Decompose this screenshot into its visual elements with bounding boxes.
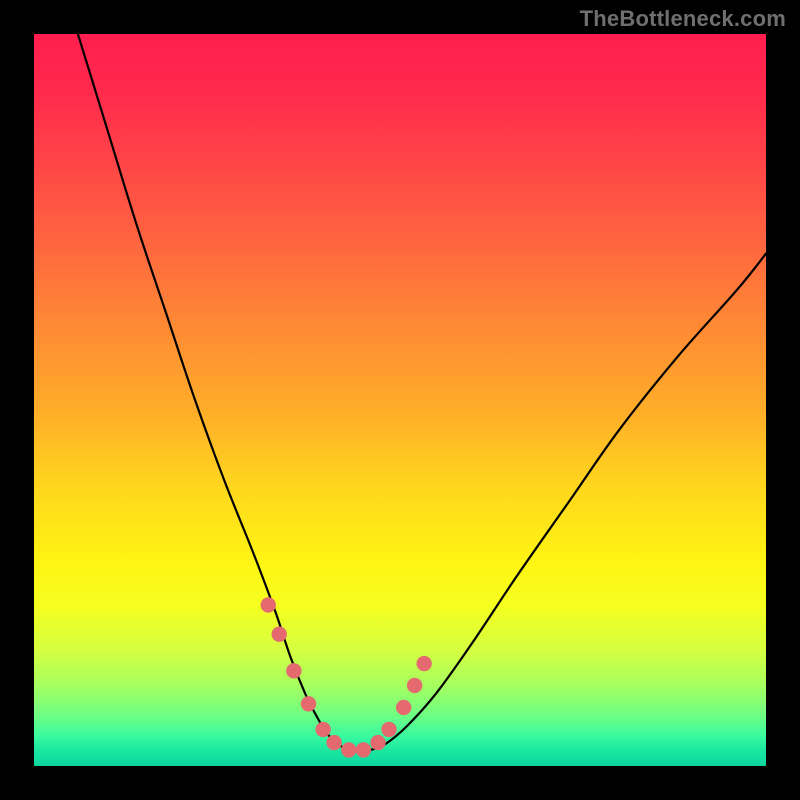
marker-dot: [396, 700, 411, 715]
marker-dot: [416, 656, 431, 671]
chart-stage: TheBottleneck.com: [0, 0, 800, 800]
marker-dot: [326, 735, 341, 750]
marker-dot: [407, 678, 422, 693]
marker-dot: [301, 696, 316, 711]
marker-dot: [356, 742, 371, 757]
marker-dot: [381, 722, 396, 737]
marker-dot: [370, 735, 385, 750]
watermark-text: TheBottleneck.com: [580, 6, 786, 32]
marker-dot: [272, 627, 287, 642]
marker-layer: [34, 34, 766, 766]
highlight-markers: [261, 597, 432, 757]
marker-dot: [341, 742, 356, 757]
marker-dot: [315, 722, 330, 737]
plot-area: [34, 34, 766, 766]
marker-dot: [286, 663, 301, 678]
marker-dot: [261, 597, 276, 612]
